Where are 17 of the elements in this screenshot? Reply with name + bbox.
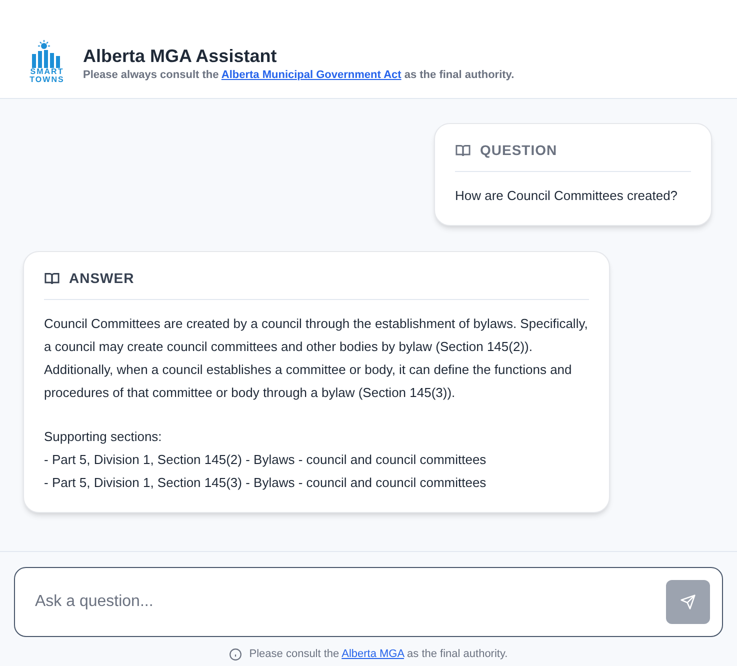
book-icon [455,143,471,158]
answer-text: Supporting sections: [44,428,163,446]
footer-note: Please consult the Alberta MGA as the final authority. [249,647,508,662]
answer-text: - Part 5, Division 1, Section 145(2) - Bylaws - council and council committees [44,451,488,469]
send-icon [680,594,696,610]
info-icon [229,648,242,661]
question-text: How are Council Committees created? [455,187,679,205]
app-title: Alberta MGA Assistant [83,45,278,68]
mga-link[interactable]: Alberta Municipal Government Act [221,69,402,81]
mga-link[interactable]: Alberta MGA [342,648,404,660]
book-icon [44,271,60,286]
answer-text: Council Committees are created by a council through the establishment of bylaws. Specifically, a council may create council committees and other bodies by bylaw (Section 145(2)). Additionally, when a council establishes a committee or body, it can define the functions and procedures of that committee or body through a bylaw (Section 145(3)). [44,315,589,402]
subtitle: Please always consult the Alberta Municipal Government Act as the final authority. [83,68,514,82]
question-label: QUESTION [480,141,558,160]
logo: SMART TOWNS [22,40,72,84]
answer-text: - Part 5, Division 1, Section 145(3) - Bylaws - council and council committees [44,474,488,492]
answer-label: ANSWER [69,269,134,288]
